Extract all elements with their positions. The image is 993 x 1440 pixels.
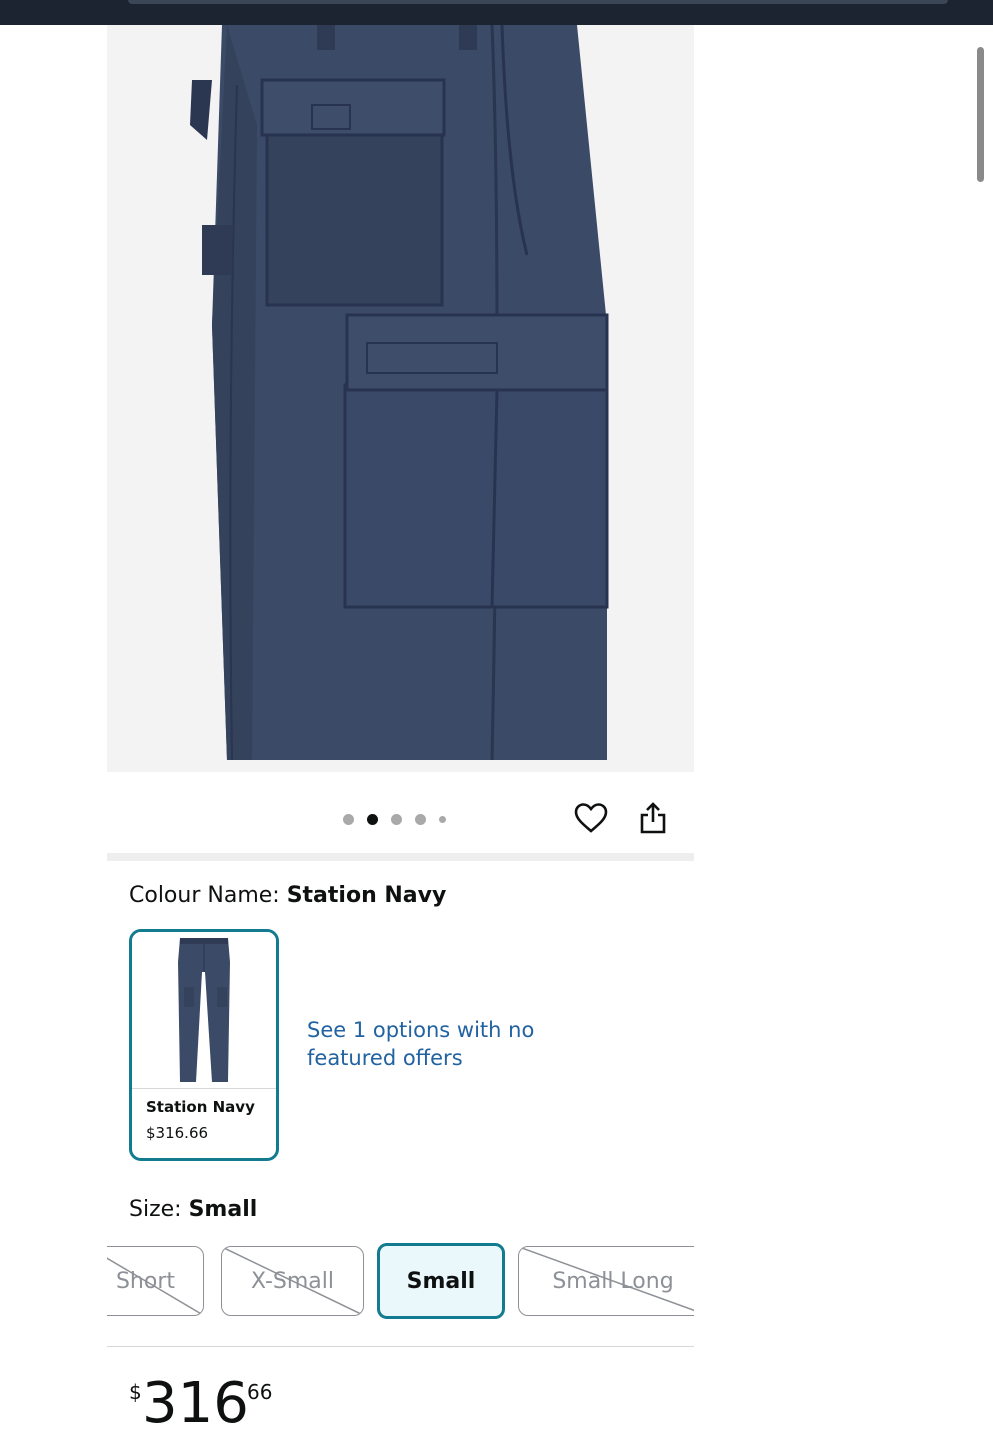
heart-icon [574, 803, 608, 833]
scrollbar[interactable] [977, 47, 984, 182]
pager-dot[interactable] [391, 813, 402, 825]
pager-dot-active[interactable] [367, 813, 378, 825]
product-main-image[interactable] [107, 25, 694, 772]
colour-name-label: Colour Name: Station Navy [129, 881, 446, 911]
pager-dot[interactable] [343, 813, 354, 825]
wishlist-button[interactable] [573, 800, 609, 836]
colour-label-prefix: Colour Name: [129, 883, 287, 908]
size-options-row: Short X-Small Small Small Long [107, 1243, 694, 1321]
size-option-small-long[interactable]: Small Long [518, 1246, 694, 1316]
price-whole: 316 [142, 1371, 249, 1436]
size-option-label: Small [406, 1268, 476, 1294]
swatch-divider [132, 1088, 276, 1089]
address-bar-edge [128, 0, 948, 4]
price-divider [107, 1346, 694, 1347]
share-icon [640, 802, 666, 834]
top-bar [0, 0, 993, 25]
section-divider [107, 853, 694, 861]
size-option-x-small[interactable]: X-Small [221, 1246, 364, 1316]
size-option-small[interactable]: Small [377, 1243, 505, 1319]
pager-dot[interactable] [439, 815, 446, 823]
price-currency-symbol: $ [129, 1380, 142, 1404]
swatch-thumbnail [132, 932, 276, 1088]
swatch-name: Station Navy [146, 1098, 255, 1116]
colour-value: Station Navy [286, 883, 447, 908]
gallery-controls [107, 790, 694, 850]
size-label-prefix: Size: [129, 1197, 189, 1222]
size-label: Size: Small [129, 1195, 257, 1225]
size-option-label: Short [115, 1268, 176, 1294]
share-button[interactable] [635, 800, 671, 836]
size-option-label: Small Long [552, 1268, 674, 1294]
see-options-link[interactable]: See 1 options with no featured offers [307, 1016, 547, 1072]
size-option-label: X-Small [250, 1268, 334, 1294]
size-value: Small [188, 1197, 258, 1222]
image-pager-dots[interactable] [343, 813, 446, 825]
colour-swatch-card[interactable]: Station Navy $316.66 [129, 929, 279, 1161]
swatch-price: $316.66 [146, 1124, 209, 1142]
price-fraction: 66 [247, 1380, 273, 1404]
size-option-short[interactable]: Short [107, 1246, 204, 1316]
pager-dot[interactable] [415, 813, 426, 825]
